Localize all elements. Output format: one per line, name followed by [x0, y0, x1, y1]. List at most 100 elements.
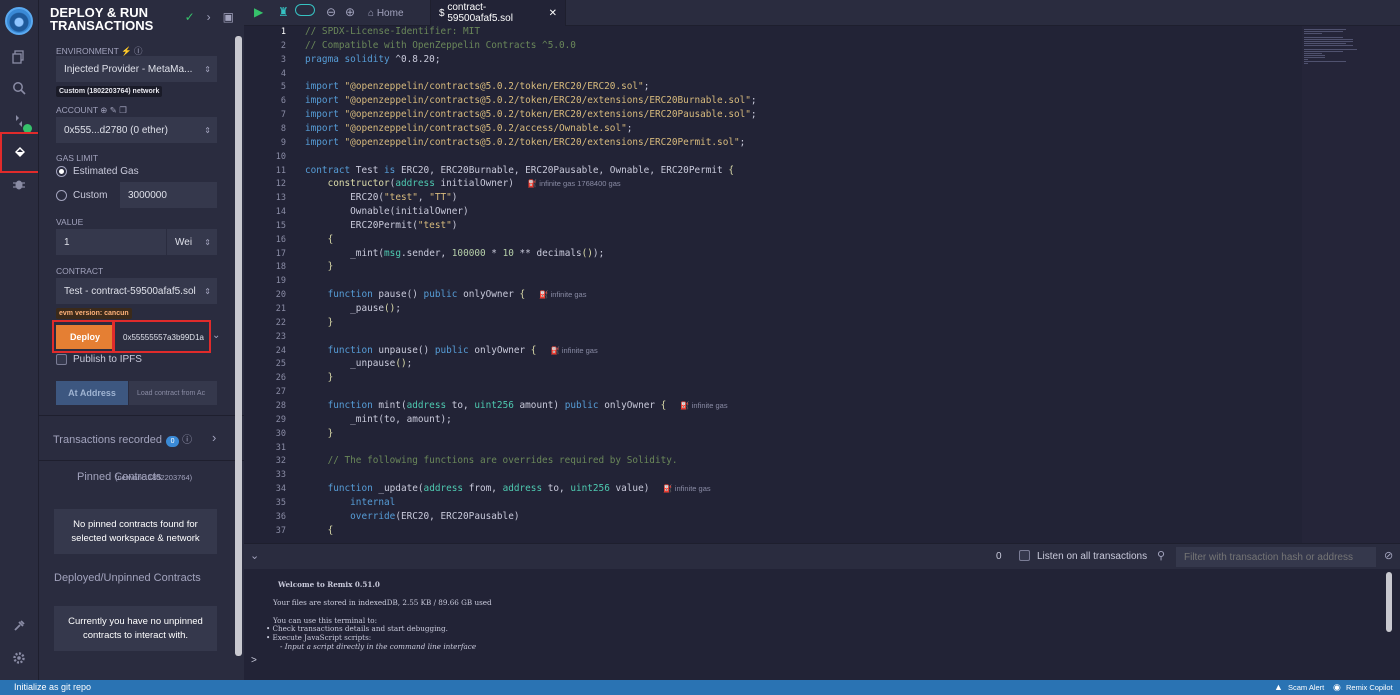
copilot-icon: ◉ — [1333, 682, 1341, 692]
value-unit-select[interactable]: Wei ⇕ — [167, 229, 217, 255]
transactions-recorded[interactable]: Transactions recorded 0 ⓘ — [53, 431, 192, 447]
remix-ide: DEPLOY & RUN TRANSACTIONS ✓ › ▣ ENVIRONM… — [0, 0, 1400, 695]
code-line[interactable]: _pause(); — [305, 303, 401, 314]
code-line[interactable]: // SPDX-License-Identifier: MIT — [305, 26, 480, 37]
terminal-bullet: • Check transactions details and start d… — [266, 624, 448, 633]
listen-all-checkbox[interactable] — [1019, 550, 1030, 561]
debugger-icon[interactable] — [0, 169, 38, 199]
code-line[interactable]: } — [305, 428, 334, 439]
zoom-in-icon[interactable]: ⊕ — [345, 5, 355, 19]
remix-logo-icon[interactable] — [0, 4, 38, 38]
code-line[interactable]: Ownable(initialOwner) — [305, 206, 469, 217]
code-line[interactable]: internal — [305, 497, 395, 508]
code-line[interactable]: constructor(address initialOwner) ⛽ infin… — [305, 178, 621, 189]
line-number: 17 — [275, 248, 286, 259]
terminal-scrollbar[interactable] — [1386, 572, 1392, 632]
contract-select[interactable]: Test - contract-59500afaf5.sol ⇕ — [56, 278, 217, 304]
git-init-link[interactable]: Initialize as git repo — [14, 682, 91, 692]
terminal-prompt[interactable]: > — [251, 655, 257, 666]
account-select[interactable]: 0x555...d2780 (0 ether) ⇕ — [56, 117, 217, 143]
chevron-updown-icon: ⇕ — [204, 286, 211, 296]
code-line[interactable]: import "@openzeppelin/contracts@5.0.2/ac… — [305, 123, 632, 134]
code-line[interactable]: import "@openzeppelin/contracts@5.0.2/to… — [305, 137, 745, 148]
custom-gas-radio[interactable] — [56, 190, 67, 201]
scam-alert-link[interactable]: Scam Alert — [1288, 683, 1324, 692]
code-line[interactable]: // The following functions are overrides… — [305, 455, 678, 466]
gas-estimate: ⛽ infinite gas — [539, 290, 587, 300]
robot-icon[interactable]: ♜ — [278, 5, 289, 19]
code-line[interactable]: import "@openzeppelin/contracts@5.0.2/to… — [305, 109, 757, 120]
editor-tab-bar: ▶ ♜ ⊖ ⊕ ⌂ Home $ contract-59500afaf5.sol… — [244, 0, 1400, 26]
tab-contract-file[interactable]: $ contract-59500afaf5.sol ✕ — [430, 0, 566, 26]
code-line[interactable]: { — [305, 525, 334, 536]
code-line[interactable]: function mint(address to, uint256 amount… — [305, 400, 728, 411]
line-number: 36 — [275, 511, 286, 522]
code-line[interactable]: ERC20Permit("test") — [305, 220, 457, 231]
transaction-filter-input[interactable] — [1176, 547, 1376, 567]
code-line[interactable]: _mint(to, amount); — [305, 414, 452, 425]
chevron-down-icon[interactable]: ⌄ — [212, 330, 220, 341]
load-contract-input[interactable]: Load contract from Ac — [129, 381, 217, 405]
minimap[interactable] — [1304, 28, 1374, 98]
toggle-icon[interactable] — [295, 4, 315, 16]
code-line[interactable]: _unpause(); — [305, 358, 412, 369]
code-line[interactable]: pragma solidity ^0.8.20; — [305, 54, 440, 65]
code-line[interactable]: function _update(address from, address t… — [305, 483, 711, 494]
line-number: 37 — [275, 525, 286, 536]
plugin-manager-icon[interactable] — [0, 611, 38, 641]
code-line[interactable]: function pause() public onlyOwner {⛽ inf… — [305, 289, 587, 300]
settings-gear-icon[interactable] — [0, 643, 38, 673]
line-number: 18 — [275, 262, 286, 273]
zoom-out-icon[interactable]: ⊖ — [326, 5, 336, 19]
edit-icon[interactable]: ✎ — [110, 105, 117, 115]
plug-icon: ⚡ — [121, 46, 132, 56]
clear-console-icon[interactable]: ⊘ — [1384, 549, 1393, 562]
code-line[interactable]: ERC20("test", "TT") — [305, 192, 457, 203]
code-line[interactable]: override(ERC20, ERC20Pausable) — [305, 511, 519, 522]
network-tag: Custom (1802203764) network — [56, 86, 163, 97]
tab-home[interactable]: ⌂ Home — [360, 0, 412, 26]
terminal-bullet: - Input a script directly in the command… — [280, 642, 477, 651]
environment-select[interactable]: Injected Provider - MetaMa... ⇕ — [56, 56, 217, 82]
contract-label: CONTRACT — [56, 266, 104, 276]
at-address-button[interactable]: At Address — [56, 381, 128, 405]
transactions-count-badge: 0 — [166, 436, 180, 447]
deployed-contracts-title: Deployed/Unpinned Contracts — [54, 572, 201, 584]
panel-scrollbar[interactable] — [235, 36, 242, 656]
line-number: 13 — [275, 193, 286, 204]
panel-toggle-icon[interactable]: ▣ — [223, 10, 234, 24]
line-number: 27 — [275, 387, 286, 398]
file-explorer-icon[interactable] — [0, 42, 38, 72]
info-icon[interactable]: ⓘ — [182, 435, 192, 446]
add-account-icon[interactable]: ⊕ — [100, 105, 107, 115]
gas-estimate: ⛽ infinite gas — [663, 484, 711, 494]
estimated-gas-radio[interactable] — [56, 166, 67, 177]
copy-icon[interactable]: ❐ — [119, 105, 127, 115]
chevron-right-icon[interactable]: › — [212, 430, 216, 445]
close-icon[interactable]: ✕ — [549, 8, 557, 19]
copilot-link[interactable]: Remix Copilot — [1346, 683, 1393, 692]
code-line[interactable]: _mint(msg.sender, 100000 * 10 ** decimal… — [305, 248, 604, 259]
code-line[interactable]: import "@openzeppelin/contracts@5.0.2/to… — [305, 95, 757, 106]
home-icon: ⌂ — [368, 7, 377, 19]
collapse-terminal-icon[interactable]: ⌄ — [250, 549, 259, 562]
code-line[interactable]: // Compatible with OpenZeppelin Contract… — [305, 40, 576, 51]
code-line[interactable]: { — [305, 234, 334, 245]
run-icon[interactable]: ▶ — [254, 5, 263, 19]
search-icon[interactable] — [0, 73, 38, 103]
code-line[interactable]: } — [305, 261, 334, 272]
code-line[interactable]: contract Test is ERC20, ERC20Burnable, E… — [305, 165, 734, 176]
chevron-right-icon[interactable]: › — [207, 10, 211, 24]
code-line[interactable]: } — [305, 317, 334, 328]
pending-count: 0 — [996, 551, 1002, 562]
code-line[interactable]: } — [305, 372, 334, 383]
code-line[interactable]: function unpause() public onlyOwner {⛽ i… — [305, 345, 598, 356]
pinned-network: (network: 1802203764) — [115, 473, 193, 482]
terminal-output[interactable]: Welcome to Remix 0.51.0 Your files are s… — [244, 569, 1400, 680]
terminal-storage: Your files are stored in indexedDB, 2.55… — [273, 598, 492, 607]
custom-gas-input[interactable]: 3000000 — [120, 182, 217, 208]
value-input[interactable]: 1 — [56, 229, 166, 255]
info-icon[interactable]: ⓘ — [134, 46, 143, 56]
publish-ipfs-checkbox[interactable] — [56, 354, 67, 365]
code-line[interactable]: import "@openzeppelin/contracts@5.0.2/to… — [305, 81, 649, 92]
